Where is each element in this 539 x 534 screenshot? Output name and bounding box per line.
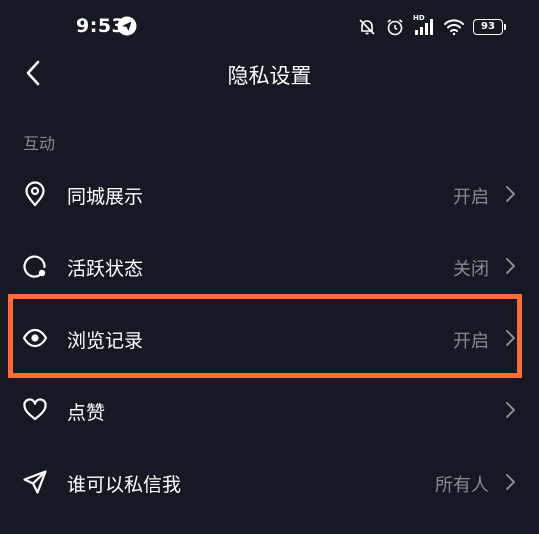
settings-item-value: 开启	[453, 187, 489, 208]
alarm-clock-icon	[385, 17, 405, 37]
notifications-muted-icon	[357, 17, 377, 37]
settings-item-label: 活跃状态	[67, 258, 144, 280]
eye-icon	[22, 325, 48, 351]
battery-icon: 93	[473, 19, 506, 35]
settings-item-label: 同城展示	[67, 186, 144, 208]
paper-plane-notification-icon	[117, 16, 137, 36]
settings-item-active-status[interactable]: 活跃状态 关闭	[0, 236, 539, 296]
heart-icon	[22, 397, 48, 423]
chevron-right-icon	[503, 185, 517, 203]
chevron-right-icon	[503, 329, 517, 347]
settings-item-label: 谁可以私信我	[67, 474, 182, 496]
battery-level: 93	[481, 21, 495, 32]
chevron-right-icon	[503, 401, 517, 419]
settings-item-value: 所有人	[435, 475, 489, 496]
settings-item-label: 浏览记录	[67, 330, 144, 352]
settings-item-nearby-display[interactable]: 同城展示 开启	[0, 164, 539, 224]
wifi-icon	[443, 18, 465, 36]
section-header: 互动	[23, 134, 56, 153]
settings-item-who-can-message-me[interactable]: 谁可以私信我 所有人	[0, 452, 539, 512]
network-hd-label: HD	[413, 14, 425, 22]
activity-status-icon	[22, 253, 48, 279]
settings-item-browsing-history[interactable]: 浏览记录 开启	[0, 308, 539, 368]
settings-item-value: 关闭	[453, 259, 489, 280]
navigation-bar: 隐私设置	[0, 50, 539, 96]
send-icon	[22, 469, 48, 495]
settings-item-label: 点赞	[67, 402, 106, 424]
chevron-right-icon	[503, 473, 517, 491]
settings-item-likes[interactable]: 点赞	[0, 380, 539, 440]
status-icons: HD 93	[357, 14, 506, 40]
location-pin-icon	[22, 181, 48, 207]
page-title: 隐私设置	[227, 64, 312, 88]
cellular-signal-icon: HD	[413, 14, 435, 37]
status-bar: 9:53 HD 93	[0, 0, 539, 56]
chevron-right-icon	[503, 257, 517, 275]
settings-item-value: 开启	[453, 331, 489, 352]
